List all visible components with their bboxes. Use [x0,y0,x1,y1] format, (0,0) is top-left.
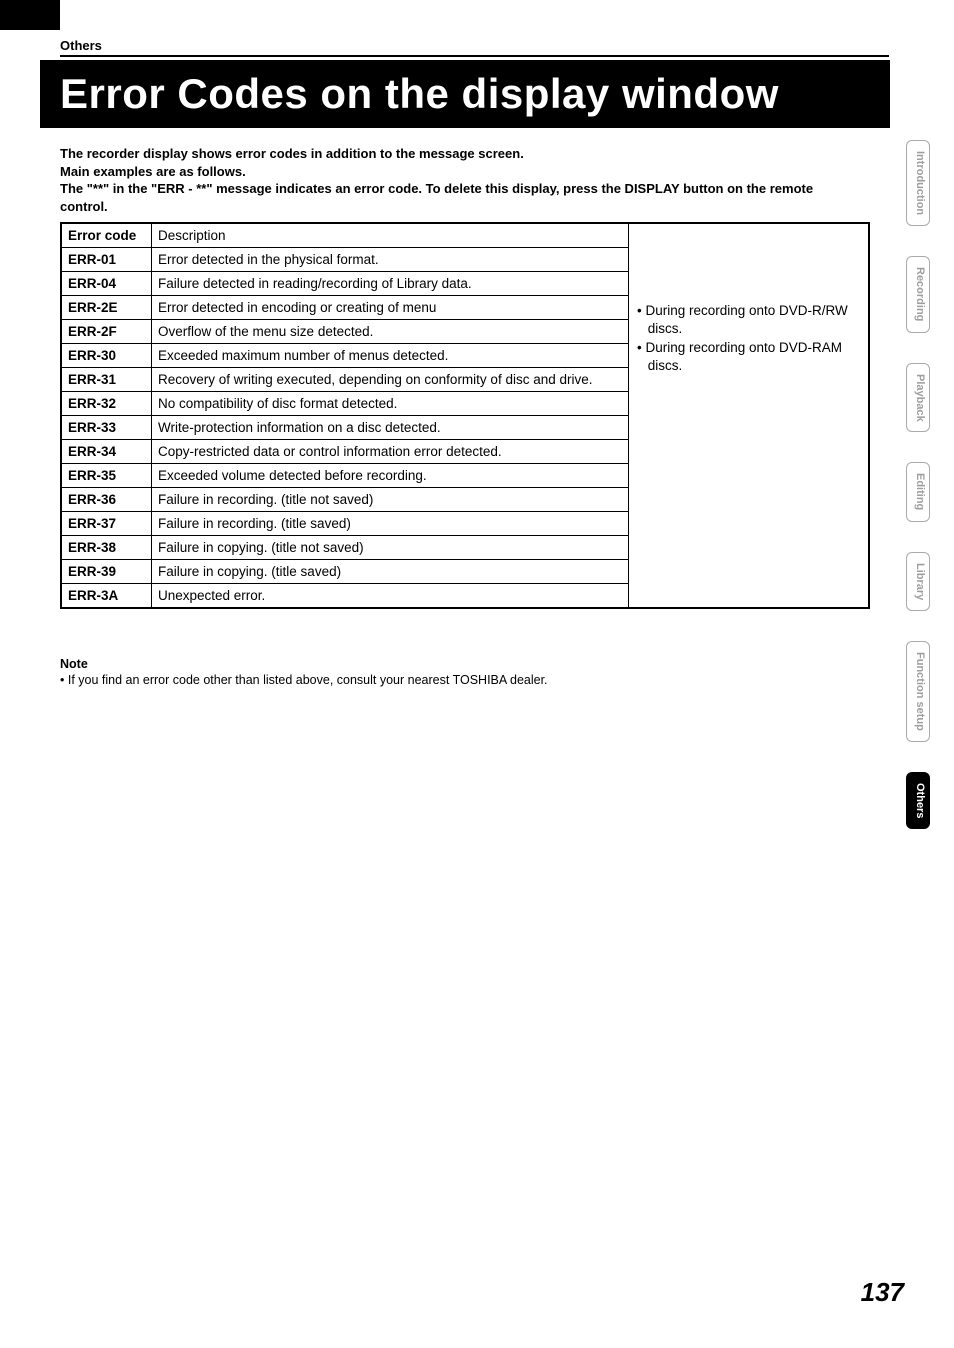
side-tabs: Introduction Recording Playback Editing … [896,140,940,859]
error-desc: Failure in recording. (title saved) [152,512,629,536]
tab-recording[interactable]: Recording [906,256,930,332]
error-desc: Copy-restricted data or control informat… [152,440,629,464]
error-desc: Exceeded maximum number of menus detecte… [152,344,629,368]
tab-library[interactable]: Library [906,552,930,611]
tab-others[interactable]: Others [906,772,930,829]
intro-line: The "**" in the "ERR - **" message indic… [60,180,850,215]
col-header-error-code: Error code [62,224,152,248]
note-label: Note [60,657,548,671]
tab-editing[interactable]: Editing [906,462,930,521]
error-code: ERR-04 [62,272,152,296]
side-context-cell: • During recording onto DVD-R/RW discs. … [629,224,869,608]
intro-line: The recorder display shows error codes i… [60,145,850,163]
note-body: • If you find an error code other than l… [60,673,548,687]
error-desc: Unexpected error. [152,584,629,608]
error-desc: Exceeded volume detected before recordin… [152,464,629,488]
error-code: ERR-37 [62,512,152,536]
error-code: ERR-30 [62,344,152,368]
page-title: Error Codes on the display window [40,60,890,128]
error-desc: Recovery of writing executed, depending … [152,368,629,392]
section-label: Others [60,38,102,53]
error-desc: Failure detected in reading/recording of… [152,272,629,296]
error-desc: Failure in copying. (title saved) [152,560,629,584]
error-desc: Failure in copying. (title not saved) [152,536,629,560]
error-code: ERR-32 [62,392,152,416]
tab-playback[interactable]: Playback [906,363,930,433]
side-note: • During recording onto DVD-RAM discs. [637,339,860,374]
col-header-description: Description [152,224,629,248]
error-code: ERR-36 [62,488,152,512]
side-note: • During recording onto DVD-R/RW discs. [637,302,860,337]
error-desc: Error detected in the physical format. [152,248,629,272]
error-codes-table: Error code Description • During recordin… [60,222,870,609]
intro-text: The recorder display shows error codes i… [60,145,850,215]
top-rule [60,55,889,57]
page-number: 137 [861,1277,904,1308]
tab-introduction[interactable]: Introduction [906,140,930,226]
intro-line: Main examples are as follows. [60,163,850,181]
table-header-row: Error code Description • During recordin… [62,224,869,248]
error-code: ERR-38 [62,536,152,560]
error-code: ERR-33 [62,416,152,440]
note-section: Note • If you find an error code other t… [60,657,548,687]
error-code: ERR-31 [62,368,152,392]
error-desc: Overflow of the menu size detected. [152,320,629,344]
error-code: ERR-35 [62,464,152,488]
error-code: ERR-2E [62,296,152,320]
error-desc: Error detected in encoding or creating o… [152,296,629,320]
top-corner-block [0,0,60,30]
error-code: ERR-3A [62,584,152,608]
error-code: ERR-34 [62,440,152,464]
error-desc: No compatibility of disc format detected… [152,392,629,416]
error-code: ERR-01 [62,248,152,272]
tab-function-setup[interactable]: Function setup [906,641,930,742]
error-code: ERR-2F [62,320,152,344]
error-desc: Failure in recording. (title not saved) [152,488,629,512]
error-code: ERR-39 [62,560,152,584]
error-desc: Write-protection information on a disc d… [152,416,629,440]
